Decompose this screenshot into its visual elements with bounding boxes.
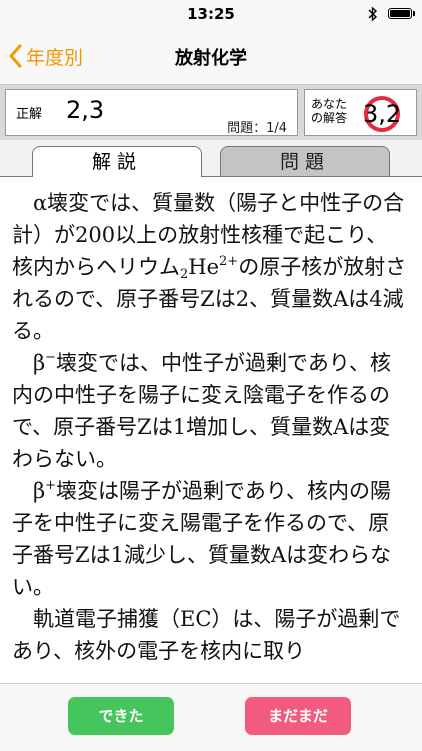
- text-span: β: [33, 351, 46, 375]
- text-span: β: [33, 479, 46, 503]
- footer-bar: できた まだまだ: [0, 683, 422, 751]
- battery-icon: [388, 8, 415, 19]
- navigation-bar: 年度別 放射化学: [0, 28, 422, 85]
- tab-explanation[interactable]: 解説: [32, 146, 202, 177]
- status-time: 13:25: [187, 5, 235, 23]
- explanation-panel[interactable]: α壊変では、質量数（陽子と中性子の合計）が200以上の放射性核種で起こり、核内か…: [0, 177, 422, 683]
- page-title: 放射化学: [175, 48, 247, 69]
- answer-bar: 正解 2,3 問題：1/4 あなた の解答 3,2: [0, 85, 422, 140]
- text-span: He: [188, 255, 220, 279]
- got-it-button[interactable]: できた: [68, 697, 174, 735]
- explanation-text: α壊変では、質量数（陽子と中性子の合計）が200以上の放射性核種で起こり、核内か…: [12, 187, 407, 667]
- correct-answer-value: 2,3: [66, 96, 105, 124]
- not-yet-button[interactable]: まだまだ: [245, 697, 351, 735]
- text-span: 壊変は陽子が過剰であり、核内の陽子を中性子に変え陽電子を作るので、原子番号Zは1…: [12, 479, 392, 599]
- correct-answer-box: 正解 2,3 問題：1/4: [5, 89, 298, 136]
- tab-question[interactable]: 問題: [220, 146, 390, 176]
- explanation-paragraph-beta-plus: β+壊変は陽子が過剰であり、核内の陽子を中性子に変え陽電子を作るので、原子番号Z…: [12, 475, 407, 603]
- question-counter: 問題：1/4: [227, 121, 287, 136]
- your-answer-value: 3,2: [363, 100, 402, 128]
- superscript: +: [45, 478, 57, 493]
- your-answer-label: あなた の解答: [311, 97, 348, 125]
- status-bar: 13:25: [0, 0, 422, 28]
- text-span: 壊変では、中性子が過剰であり、核内の中性子を陽子に変え陰電子を作るので、原子番号…: [12, 351, 391, 471]
- explanation-paragraph-ec: 軌道電子捕獲（EC）は、陽子が過剰であり、核外の電子を核内に取り: [12, 607, 401, 663]
- bluetooth-icon: [368, 6, 378, 22]
- your-answer-box: あなた の解答 3,2: [304, 89, 417, 136]
- superscript: 2+: [219, 254, 239, 269]
- correct-answer-label: 正解: [16, 107, 43, 122]
- explanation-paragraph-beta-minus: β−壊変では、中性子が過剰であり、核内の中性子を陽子に変え陰電子を作るので、原子…: [12, 347, 407, 475]
- superscript: −: [45, 350, 57, 365]
- explanation-paragraph-alpha: α壊変では、質量数（陽子と中性子の合計）が200以上の放射性核種で起こり、核内か…: [12, 187, 407, 347]
